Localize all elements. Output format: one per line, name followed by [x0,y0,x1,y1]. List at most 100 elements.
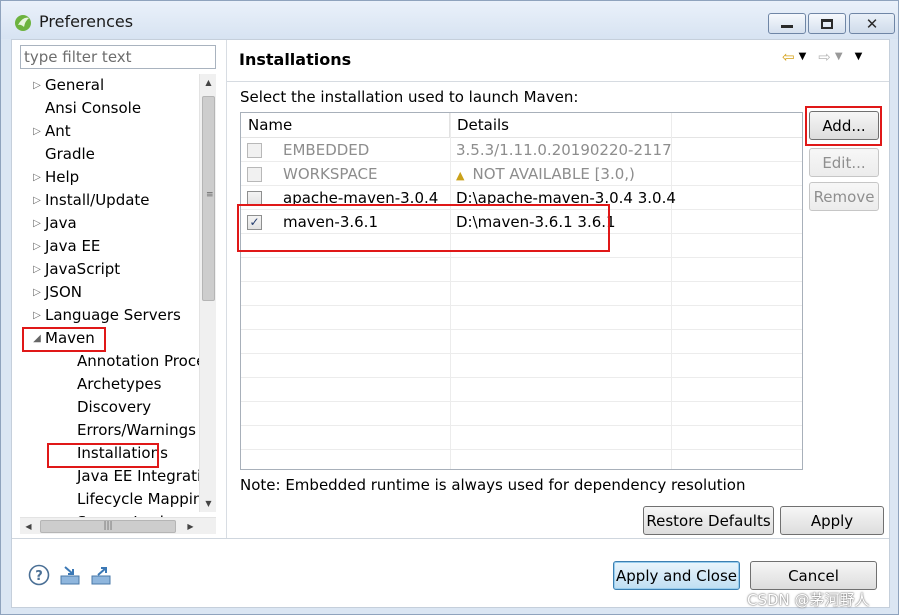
details-text: NOT AVAILABLE [3.0,) [472,165,635,183]
forward-menu-icon[interactable]: ▼ [835,48,843,66]
tree-item-label: Language Servers [45,306,181,324]
expand-icon[interactable]: ▷ [30,281,44,304]
title-bar[interactable]: Preferences ✕ [1,1,898,39]
tree-item-label: General [45,76,105,94]
expand-icon[interactable]: ▷ [30,189,44,212]
installation-name: WORKSPACE [283,165,378,183]
watermark: CSDN @茅河野人 [747,591,870,609]
app-icon [15,15,31,31]
table-row[interactable] [241,354,802,378]
panel-divider[interactable] [226,40,227,538]
expand-icon[interactable]: ▷ [30,304,44,327]
warning-icon: ▲ [456,169,465,182]
page-title: Installations [239,50,352,69]
expand-icon[interactable]: ▷ [30,166,44,189]
grip-icon: ||| [103,521,113,531]
checkbox[interactable] [247,191,262,206]
scroll-up-icon[interactable]: ▲ [200,74,217,91]
apply-and-close-button[interactable]: Apply and Close [613,561,740,590]
table-row[interactable] [241,426,802,450]
edit-button[interactable]: Edit... [809,148,879,177]
close-icon: ✕ [865,14,879,33]
tree-item-label: Annotation Proces [77,352,214,370]
table-row[interactable] [241,282,802,306]
view-menu-icon[interactable]: ▼ [855,48,863,66]
export-icon[interactable] [90,564,112,586]
installations-table[interactable]: Name Details EMBEDDED 3.5.3/1.11.0.201902… [240,112,803,470]
tree-item-label: Lifecycle Mapping [77,490,212,508]
column-header-empty [672,113,802,137]
tree-item-label: JavaScript [45,260,121,278]
tree-item-label: JSON [45,283,82,301]
note-label: Note: Embedded runtime is always used fo… [240,476,746,494]
checkbox[interactable] [247,167,262,182]
table-row[interactable] [241,306,802,330]
help-icon[interactable]: ? [28,564,50,586]
apply-button[interactable]: Apply [780,506,884,535]
preferences-window: Preferences ✕ ▷GeneralAnsi Console▷AntGr… [0,0,899,615]
forward-arrow-icon[interactable]: ⇨ [818,48,831,66]
scrollbar-thumb[interactable]: ||| [40,520,176,533]
back-menu-icon[interactable]: ▼ [799,48,807,66]
tree-item-label: Ant [45,122,71,140]
table-row[interactable]: ✓ maven-3.6.1 D:\maven-3.6.1 3.6.1 [241,210,802,234]
scrollbar-thumb[interactable]: ≡ [202,96,215,301]
minimize-button[interactable] [768,13,806,34]
title-separator [227,81,889,82]
expand-icon[interactable]: ▷ [30,212,44,235]
table-row[interactable] [241,330,802,354]
installation-details: D:\apache-maven-3.0.4 3.0.4 [456,186,676,210]
scroll-right-icon[interactable]: ▶ [182,518,199,535]
add-button[interactable]: Add... [809,111,879,140]
back-arrow-icon[interactable]: ⇦ [782,48,795,66]
column-header-name[interactable]: Name [241,113,450,137]
scroll-down-icon[interactable]: ▼ [200,495,217,512]
tree-item-label: Errors/Warnings [77,421,196,439]
table-row[interactable] [241,234,802,258]
expand-icon[interactable]: ▷ [30,74,44,97]
tree-item-label: Archetypes [77,375,162,393]
column-header-details[interactable]: Details [450,113,672,137]
tree-item-label: Gradle [45,145,95,163]
table-row[interactable] [241,450,802,469]
table-row[interactable] [241,258,802,282]
tree-vertical-scrollbar[interactable]: ▲ ≡ ▼ [199,74,216,512]
filter-input[interactable] [20,45,216,69]
installation-details: 3.5.3/1.11.0.20190220-2117 [456,138,672,162]
table-row[interactable]: WORKSPACE ▲ NOT AVAILABLE [3.0,) [241,162,802,186]
installation-name: apache-maven-3.0.4 [283,189,439,207]
tree-item-label: Maven [45,329,95,347]
tree-item-label: Java EE [45,237,101,255]
installation-details: ▲ NOT AVAILABLE [3.0,) [456,162,635,186]
scroll-left-icon[interactable]: ◀ [20,518,37,535]
tree-horizontal-scrollbar[interactable]: ◀ ||| ▶ [20,517,216,534]
preference-tree: ▷ General Ansi Console ▷ Ant Gradle ▷ Help ▷ Inst… [20,74,216,536]
close-button[interactable]: ✕ [849,13,895,34]
checkbox[interactable] [247,143,262,158]
checkbox-checked[interactable]: ✓ [247,215,262,230]
table-row[interactable] [241,378,802,402]
window-title: Preferences [39,12,134,31]
tree-item-label: Java [45,214,77,232]
details-text: 3.5.3/1.11.0.20190220-2117 [456,141,672,159]
tree-item-label: Discovery [77,398,152,416]
footer-separator [12,538,889,539]
cancel-button[interactable]: Cancel [750,561,877,590]
collapse-icon[interactable]: ◢ [30,327,44,350]
minimize-icon [781,25,793,28]
restore-defaults-button[interactable]: Restore Defaults [643,506,774,535]
import-icon[interactable] [59,564,81,586]
table-row[interactable] [241,402,802,426]
maximize-button[interactable] [808,13,846,34]
details-text: D:\apache-maven-3.0.4 3.0.4 [456,189,676,207]
installation-details: D:\maven-3.6.1 3.6.1 [456,210,616,234]
grip-icon: ≡ [206,190,214,200]
svg-text:?: ? [35,569,43,584]
expand-icon[interactable]: ▷ [30,235,44,258]
table-row[interactable]: EMBEDDED 3.5.3/1.11.0.20190220-2117 [241,138,802,162]
expand-icon[interactable]: ▷ [30,120,44,143]
expand-icon[interactable]: ▷ [30,258,44,281]
table-row[interactable]: apache-maven-3.0.4 D:\apache-maven-3.0.4 … [241,186,802,210]
remove-button[interactable]: Remove [809,182,879,211]
page-navigation: ⇦ ▼ ⇨ ▼ ▼ [782,48,862,66]
